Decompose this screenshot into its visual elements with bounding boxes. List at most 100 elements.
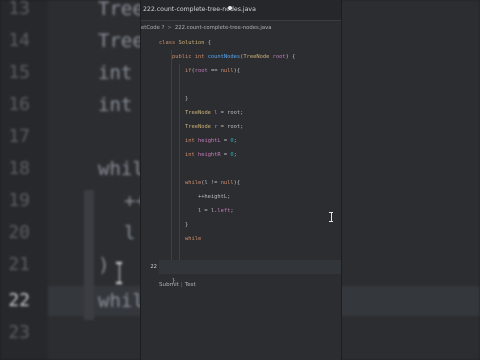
code-token: heightR: [197, 152, 221, 158]
submit-button[interactable]: Submit: [159, 282, 179, 288]
breadcrumb-separator: >: [167, 25, 172, 31]
code-token: ) {: [285, 54, 296, 60]
code-token: TreeNode: [184, 124, 215, 130]
code-line[interactable]: int heightR = 0;: [159, 148, 341, 162]
code-token: (l !=: [201, 180, 221, 186]
code-line[interactable]: int heightL = 0;: [159, 134, 341, 148]
code-token: class: [159, 40, 179, 46]
code-line[interactable]: }: [159, 218, 341, 232]
background-line-number: 14: [8, 30, 30, 51]
background-line-number: 19: [8, 190, 30, 211]
code-token: TreeNode: [243, 54, 273, 60]
line-number: [141, 204, 157, 218]
tab-file[interactable]: 222.count-complete-tree-nodes.java: [143, 3, 256, 17]
background-line-number: 23: [8, 322, 30, 343]
code-token: = root;: [217, 110, 244, 116]
line-number: 22: [150, 264, 157, 270]
code-line[interactable]: [159, 78, 341, 92]
background-line-number: 16: [8, 94, 30, 115]
code-token: while: [184, 236, 202, 242]
code-token: ){: [233, 68, 241, 74]
breadcrumb: etCode ? >222.count-complete-tree-nodes.j…: [141, 22, 272, 34]
code-token: ++heightL;: [159, 194, 231, 200]
code-line[interactable]: class Solution {: [159, 36, 341, 50]
background-code-line: l: [124, 222, 136, 244]
background-line-number: 18: [8, 158, 30, 179]
line-number: [141, 190, 157, 204]
code-line[interactable]: l = l.left;: [159, 204, 341, 218]
editor-panel: 222.count-complete-tree-nodes.java etCod…: [140, 0, 342, 360]
line-number: [141, 176, 157, 190]
code-line[interactable]: TreeNode r = root;: [159, 120, 341, 134]
code-area[interactable]: class Solution { public int countNodes(T…: [159, 36, 341, 284]
code-line[interactable]: TreeNode l = root;: [159, 106, 341, 120]
code-token: ;: [233, 152, 237, 158]
code-token: }: [159, 222, 189, 228]
background-line-number: 21: [8, 254, 30, 275]
code-token: ){: [233, 180, 241, 186]
code-token: l = l.: [159, 208, 218, 214]
line-number: [141, 274, 157, 288]
background-line-number: 20: [8, 222, 30, 243]
line-number: [141, 120, 157, 134]
code-token: root: [272, 54, 286, 60]
code-line[interactable]: ++heightL;: [159, 190, 341, 204]
tab-title: 222.count-complete-tree-nodes.java: [143, 6, 256, 13]
code-token: null: [220, 68, 234, 74]
background-line-number: 17: [8, 126, 30, 147]
unsaved-dot-icon: [228, 6, 232, 10]
code-token: Solution: [178, 40, 205, 46]
line-number: [141, 106, 157, 120]
code-token: countNodes: [207, 54, 241, 60]
background-line-number: 22: [8, 290, 30, 311]
code-token: =: [220, 152, 231, 158]
line-number: [141, 162, 157, 176]
code-line[interactable]: [159, 162, 341, 176]
code-token: TreeNode: [184, 110, 215, 116]
line-number: [141, 148, 157, 162]
code-token: {: [204, 40, 211, 46]
line-number: [141, 78, 157, 92]
code-token: left: [217, 208, 231, 214]
background-line-number: 15: [8, 62, 30, 83]
background-line-number: 13: [8, 0, 30, 19]
line-number: [141, 218, 157, 232]
code-line[interactable]: [159, 260, 341, 274]
code-token: public int: [171, 54, 208, 60]
breadcrumb-root[interactable]: etCode ?: [141, 25, 164, 31]
code-line[interactable]: [159, 246, 341, 260]
test-button[interactable]: Test: [185, 282, 196, 288]
code-token: ;: [230, 208, 234, 214]
code-line[interactable]: if(root == null){: [159, 64, 341, 78]
code-token: heightL: [197, 138, 221, 144]
tab-bar: 222.count-complete-tree-nodes.java: [141, 0, 341, 21]
action-bar: Submit | Test: [159, 282, 196, 288]
code-token: ;: [233, 138, 237, 144]
background-indent-guide: [84, 190, 94, 320]
mouse-text-cursor-icon: [329, 212, 333, 222]
code-line[interactable]: public int countNodes(TreeNode root) {: [159, 50, 341, 64]
line-number-gutter: 22: [141, 36, 157, 276]
background-code-line: ): [98, 254, 110, 276]
code-token: = root;: [217, 124, 244, 130]
line-number: [141, 246, 157, 260]
text-cursor-icon: [116, 262, 122, 284]
code-token: ==: [207, 68, 221, 74]
code-token: }: [159, 96, 189, 102]
code-line[interactable]: [159, 288, 341, 302]
code-token: root: [194, 68, 208, 74]
code-line[interactable]: }: [159, 92, 341, 106]
breadcrumb-file[interactable]: 222.count-complete-tree-nodes.java: [175, 25, 272, 31]
line-number: [141, 50, 157, 64]
code-line[interactable]: while: [159, 232, 341, 246]
code-token: int: [184, 152, 198, 158]
line-number: [141, 64, 157, 78]
code-line[interactable]: while(l != null){: [159, 176, 341, 190]
